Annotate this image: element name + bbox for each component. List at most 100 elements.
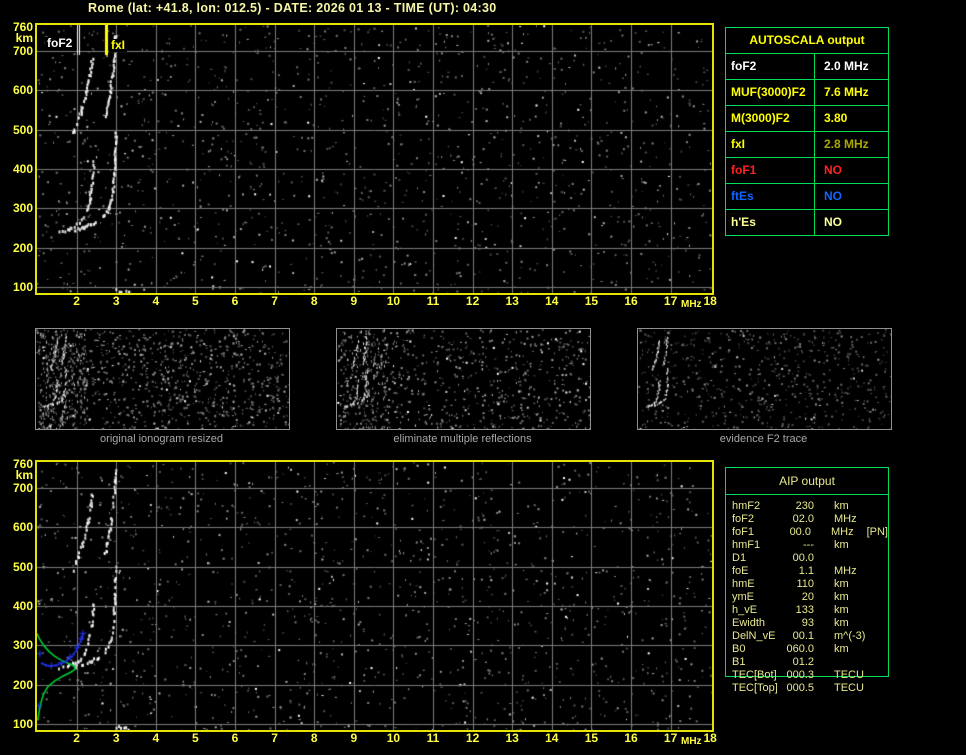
autoscala-param-value: NO [824, 189, 842, 203]
aip-value: 20 [801, 591, 814, 603]
aip-row-TEC[Top]: TEC[Top] 000.5 TECU [726, 682, 888, 695]
aip-row-hmF2: hmF2 230 km [726, 500, 888, 513]
aip-table-rows: hmF2 230 km foF2 02.0 MHz foF1 00.0 MHz [PN] hmF1 -… [726, 495, 888, 695]
x-tick-label-top: 2 [73, 294, 80, 308]
aip-row-foF2: foF2 02.0 MHz [726, 513, 888, 526]
x-tick-label-bottom: 7 [271, 731, 278, 745]
autoscala-param-label: foF1 [726, 158, 815, 183]
top-ionogram-plot [35, 23, 714, 295]
x-tick-label-top: 15 [584, 294, 599, 308]
aip-value: 060.0 [786, 643, 814, 655]
x-tick-label-bottom: 17 [663, 731, 678, 745]
thumbnail-original-ionogram [35, 328, 290, 430]
autoscala-app-screen: { "header": { "title": "Rome (lat: +41.8… [0, 0, 966, 755]
x-tick-label-top: 7 [271, 294, 278, 308]
aip-row-h_vE: h_vE 133 km [726, 604, 888, 617]
y-tick-label-bottom: 500 [12, 559, 33, 574]
x-tick-label-bottom: 10 [386, 731, 401, 745]
y-tick-label-bottom: 200 [12, 677, 33, 692]
y-axis-unit-top: km [15, 31, 33, 45]
autoscala-param-value: NO [824, 215, 842, 229]
autoscala-param-label: h'Es [726, 210, 815, 235]
x-tick-label-top: 4 [152, 294, 160, 308]
thumbnail-original-canvas [36, 329, 289, 429]
thumbnail-caption-original: original ionogram resized [100, 433, 223, 445]
y-tick-label-bottom: 400 [12, 598, 33, 613]
aip-row-B0: B0 060.0 km [726, 643, 888, 656]
autoscala-row-ftEs: ftEs NO [726, 184, 888, 210]
autoscala-param-label: fxI [726, 132, 815, 157]
aip-value: --- [803, 539, 814, 551]
aip-unit: km [834, 578, 849, 590]
x-tick-label-top: 11 [426, 294, 440, 308]
page-title: Rome (lat: +41.8, lon: 012.5) - DATE: 20… [88, 1, 497, 15]
foF2-marker-label: foF2 [45, 36, 75, 50]
aip-value: 00.0 [789, 526, 811, 538]
aip-label: DelN_vE [732, 630, 776, 642]
x-tick-label-bottom: 5 [192, 731, 199, 745]
aip-unit: MHz [834, 513, 857, 525]
aip-extra: [PN] [866, 526, 888, 538]
x-tick-label-bottom: 13 [505, 731, 519, 745]
aip-row-foF1: foF1 00.0 MHz [PN] [726, 526, 888, 539]
autoscala-param-value: 7.6 MHz [824, 85, 869, 99]
y-tick-label-top: 700 [12, 43, 33, 58]
x-tick-label-bottom: 2 [73, 731, 80, 745]
aip-label: TEC[Top] [732, 682, 778, 694]
aip-unit: km [834, 539, 849, 551]
aip-row-D1: D1 00.0 [726, 552, 888, 565]
top-ionogram-canvas [37, 25, 712, 293]
aip-table-header: AIP output [726, 468, 888, 495]
x-tick-label-bottom: 11 [426, 731, 440, 745]
y-tick-label-top: 600 [12, 83, 33, 98]
aip-unit: km [834, 643, 849, 655]
autoscala-param-value: 2.8 MHz [824, 137, 869, 151]
bottom-ionogram-plot [35, 460, 714, 732]
aip-value: 02.0 [792, 513, 814, 525]
x-tick-label-bottom: 14 [545, 731, 559, 745]
aip-label: ymE [732, 591, 754, 603]
thumbnail-evidence-f2 [637, 328, 892, 430]
x-tick-label-top: 6 [231, 294, 239, 308]
autoscala-row-foF1: foF1 NO [726, 158, 888, 184]
x-tick-label-bottom: 4 [152, 731, 160, 745]
aip-unit: km [834, 604, 849, 616]
x-tick-label-bottom: 8 [310, 731, 318, 745]
aip-label: h_vE [732, 604, 758, 616]
x-tick-label-top: 9 [350, 294, 358, 308]
aip-label: foF2 [732, 513, 755, 525]
y-tick-label-top: 100 [12, 280, 33, 295]
aip-value: 000.5 [786, 682, 814, 694]
y-axis-unit-bottom: km [15, 468, 33, 482]
y-tick-label-top: 400 [12, 161, 33, 176]
x-tick-label-top: 5 [192, 294, 199, 308]
y-tick-label-bottom: 700 [12, 480, 33, 495]
thumbnail-caption-evidence: evidence F2 trace [719, 433, 808, 445]
x-tick-label-top: 17 [663, 294, 678, 308]
autoscala-param-value: NO [824, 163, 842, 177]
autoscala-param-label: MUF(3000)F2 [726, 80, 815, 105]
x-tick-label-bottom: 9 [350, 731, 358, 745]
aip-row-Ewidth: Ewidth 93 km [726, 617, 888, 630]
aip-label: B0 [732, 643, 746, 655]
x-tick-label-top: 14 [545, 294, 559, 308]
aip-unit: km [834, 617, 849, 629]
aip-label: Ewidth [732, 617, 766, 629]
thumbnail-caption-eliminate: eliminate multiple reflections [393, 433, 532, 445]
aip-label: TEC[Bot] [732, 669, 777, 681]
x-axis-unit-bottom: MHz [681, 736, 702, 747]
aip-value: 133 [795, 604, 814, 616]
y-tick-label-bottom: 300 [12, 638, 33, 653]
aip-unit: MHz [834, 565, 857, 577]
aip-value: 1.1 [798, 565, 814, 577]
x-tick-label-bottom: 3 [112, 731, 120, 745]
fxI-marker-label: fxI [109, 38, 128, 52]
y-tick-label-top: 300 [12, 201, 33, 216]
x-axis-unit-top: MHz [681, 299, 702, 310]
x-tick-label-bottom: 12 [465, 731, 480, 745]
autoscala-param-label: ftEs [726, 184, 815, 209]
aip-row-ymE: ymE 20 km [726, 591, 888, 604]
aip-value: 00.1 [792, 630, 814, 642]
autoscala-row-foF2: foF2 2.0 MHz [726, 54, 888, 80]
aip-row-DelN_vE: DelN_vE 00.1 m^(-3) [726, 630, 888, 643]
